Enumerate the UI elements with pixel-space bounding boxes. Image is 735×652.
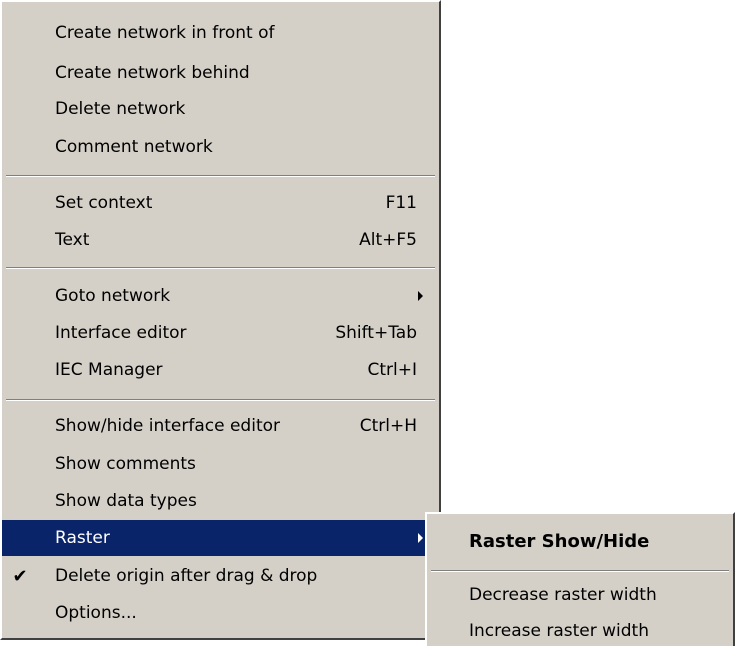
context-menu: Create network in front of Create networ… <box>0 0 441 640</box>
menu-item-interface-editor[interactable]: Interface editor Shift+Tab <box>2 315 439 351</box>
menu-item-label: Delete network <box>55 99 186 119</box>
menu-separator <box>6 399 435 401</box>
menu-separator <box>6 267 435 269</box>
menu-item-label: Options... <box>55 603 137 623</box>
menu-item-label: Show/hide interface editor <box>55 416 281 436</box>
menu-item-options[interactable]: Options... <box>2 595 439 631</box>
menu-item-shortcut: Ctrl+H <box>359 416 417 436</box>
menu-item-shortcut: Shift+Tab <box>335 323 417 343</box>
menu-item-show-comments[interactable]: Show comments <box>2 446 439 482</box>
checkmark-icon: ✔ <box>12 565 28 587</box>
menu-separator <box>431 570 729 572</box>
menu-item-label: Show data types <box>55 491 197 511</box>
submenu-arrow-icon <box>418 533 423 543</box>
menu-item-iec-manager[interactable]: IEC Manager Ctrl+I <box>2 352 439 388</box>
menu-item-text[interactable]: Text Alt+F5 <box>2 222 439 258</box>
menu-separator <box>6 175 435 177</box>
menu-item-label: Interface editor <box>55 323 187 343</box>
menu-item-create-network-behind[interactable]: Create network behind <box>2 55 439 91</box>
menu-item-raster[interactable]: Raster <box>2 520 439 556</box>
menu-item-label: Set context <box>55 193 153 213</box>
menu-item-label: Show comments <box>55 454 196 474</box>
menu-item-delete-origin-after-drag-drop[interactable]: ✔ Delete origin after drag & drop <box>2 558 439 594</box>
menu-item-label: Decrease raster width <box>469 585 657 605</box>
menu-item-label: Text <box>55 230 90 250</box>
submenu-item-raster-show-hide[interactable]: Raster Show/Hide <box>427 520 733 562</box>
menu-item-label: IEC Manager <box>55 360 163 380</box>
menu-item-show-data-types[interactable]: Show data types <box>2 483 439 519</box>
menu-item-label: Raster <box>55 528 110 548</box>
menu-item-label: Raster Show/Hide <box>469 530 650 552</box>
menu-item-delete-network[interactable]: Delete network <box>2 91 439 127</box>
raster-submenu: Raster Show/Hide Decrease raster width I… <box>425 512 735 646</box>
menu-item-label: Goto network <box>55 286 171 306</box>
menu-item-show-hide-interface-editor[interactable]: Show/hide interface editor Ctrl+H <box>2 408 439 444</box>
menu-item-label: Create network in front of <box>55 23 275 43</box>
menu-item-shortcut: Ctrl+I <box>367 360 417 380</box>
menu-item-comment-network[interactable]: Comment network <box>2 129 439 165</box>
menu-item-label: Comment network <box>55 137 213 157</box>
menu-item-label: Increase raster width <box>469 621 649 641</box>
menu-item-set-context[interactable]: Set context F11 <box>2 185 439 221</box>
submenu-arrow-icon <box>418 291 423 301</box>
menu-item-create-network-in-front[interactable]: Create network in front of <box>2 15 439 51</box>
menu-item-goto-network[interactable]: Goto network <box>2 278 439 314</box>
menu-item-label: Delete origin after drag & drop <box>55 566 318 586</box>
menu-item-shortcut: F11 <box>385 193 417 213</box>
menu-item-shortcut: Alt+F5 <box>359 230 417 250</box>
menu-item-label: Create network behind <box>55 63 250 83</box>
